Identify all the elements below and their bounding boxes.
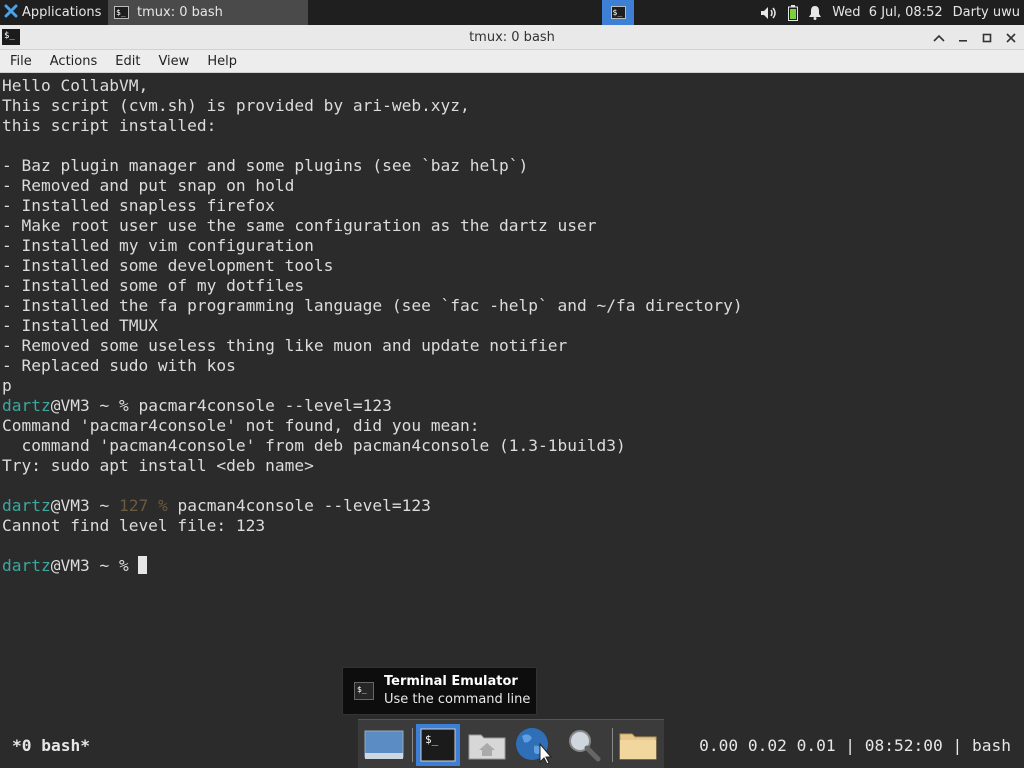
chevron-up-icon[interactable]	[932, 31, 946, 45]
prompt-user: dartz	[2, 556, 51, 575]
terminal-line: - Installed the fa programming language …	[2, 296, 743, 315]
window-controls	[932, 25, 1018, 50]
clock[interactable]: Wed 6 Jul, 08:52	[832, 5, 942, 20]
terminal-line: Try: sudo apt install <deb name>	[2, 456, 314, 475]
xfce-logo-icon	[4, 4, 18, 22]
terminal-icon: $_	[354, 682, 374, 700]
battery-icon[interactable]	[788, 4, 799, 21]
maximize-icon[interactable]	[980, 31, 994, 45]
terminal-line: p	[2, 376, 12, 395]
menu-help[interactable]: Help	[197, 54, 245, 69]
prompt-line: dartz@VM3 ~ 127 % pacman4console --level…	[2, 496, 743, 516]
web-browser-icon[interactable]	[512, 724, 556, 766]
taskbar-window-button[interactable]: $_ tmux: 0 bash	[108, 0, 308, 25]
prompt-command: pacman4console --level=123	[177, 496, 431, 515]
terminal-line: command 'pacman4console' from deb pacman…	[2, 436, 626, 455]
terminal-line: - Replaced sudo with kos	[2, 356, 236, 375]
prompt-line: dartz@VM3 ~ %	[2, 556, 743, 576]
home-folder-icon[interactable]	[465, 724, 509, 766]
tooltip-title: Terminal Emulator	[384, 674, 518, 689]
workspace-switcher[interactable]: $_	[602, 0, 634, 25]
prompt-host: @VM3 ~ %	[50, 396, 139, 415]
tmux-window-tab[interactable]: *0 bash*	[12, 731, 90, 761]
workspace-terminal-icon: $_	[610, 6, 626, 19]
terminal-icon: $_	[114, 6, 129, 19]
terminal-line: - Installed some development tools	[2, 256, 334, 275]
terminal-line: - Make root user use the same configurat…	[2, 216, 597, 235]
terminal-line: Hello CollabVM,	[2, 76, 149, 95]
menu-file[interactable]: File	[0, 54, 40, 69]
tooltip-subtitle: Use the command line	[384, 692, 531, 707]
prompt-line: dartz@VM3 ~ % pacmar4console --level=123	[2, 396, 743, 416]
top-panel: Applications $_ tmux: 0 bash $_ Wed 6 Ju…	[0, 0, 1024, 25]
tmux-status-right: 0.00 0.02 0.01 | 08:52:00 | bash	[699, 736, 1011, 755]
terminal-line: this script installed:	[2, 116, 217, 135]
terminal-line: - Installed snapless firefox	[2, 196, 275, 215]
prompt-exit-status: 127 %	[118, 496, 178, 515]
terminal-line: - Installed my vim configuration	[2, 236, 314, 255]
window-titlebar[interactable]: $_ tmux: 0 bash	[0, 25, 1024, 50]
volume-icon[interactable]	[760, 6, 778, 20]
terminal-line: - Removed and put snap on hold	[2, 176, 295, 195]
prompt-user: dartz	[2, 396, 51, 415]
terminal-line: - Removed some useless thing like muon a…	[2, 336, 568, 355]
dock: $_	[358, 719, 664, 768]
terminal-cursor[interactable]	[138, 556, 148, 574]
prompt-user: dartz	[2, 496, 51, 515]
search-icon[interactable]	[562, 724, 606, 766]
notification-bell-icon[interactable]	[808, 5, 822, 20]
dock-tooltip: $_ Terminal Emulator Use the command lin…	[342, 667, 537, 715]
user-menu[interactable]: Darty uwu	[953, 5, 1020, 20]
terminal-line: - Installed TMUX	[2, 316, 158, 335]
menubar: File Actions Edit View Help	[0, 50, 1024, 73]
prompt-host: @VM3 ~	[50, 496, 119, 515]
dock-separator	[412, 728, 413, 762]
minimize-icon[interactable]	[956, 31, 970, 45]
folder-icon[interactable]	[616, 724, 660, 766]
prompt-host: @VM3 ~ %	[50, 556, 139, 575]
close-icon[interactable]	[1004, 31, 1018, 45]
terminal-emulator-icon[interactable]: $_	[416, 724, 460, 766]
show-desktop-icon[interactable]	[362, 724, 406, 766]
terminal-line: - Installed some of my dotfiles	[2, 276, 305, 295]
svg-text:$_: $_	[425, 733, 439, 746]
terminal-line: - Baz plugin manager and some plugins (s…	[2, 156, 529, 175]
prompt-command: pacmar4console --level=123	[138, 396, 392, 415]
system-tray: Wed 6 Jul, 08:52 Darty uwu	[760, 0, 1020, 25]
menu-edit[interactable]: Edit	[105, 54, 148, 69]
terminal-line: Command 'pacmar4console' not found, did …	[2, 416, 480, 435]
menu-actions[interactable]: Actions	[40, 54, 106, 69]
applications-label: Applications	[22, 5, 102, 20]
terminal-line: This script (cvm.sh) is provided by ari-…	[2, 96, 470, 115]
terminal-output: Hello CollabVM, This script (cvm.sh) is …	[2, 76, 743, 576]
taskbar-window-label: tmux: 0 bash	[137, 5, 223, 20]
terminal-area[interactable]: Hello CollabVM, This script (cvm.sh) is …	[0, 73, 1024, 731]
menu-view[interactable]: View	[148, 54, 197, 69]
terminal-line: Cannot find level file: 123	[2, 516, 266, 535]
dock-separator	[612, 728, 613, 762]
window-title: tmux: 0 bash	[469, 30, 555, 45]
applications-menu[interactable]: Applications	[0, 0, 105, 25]
